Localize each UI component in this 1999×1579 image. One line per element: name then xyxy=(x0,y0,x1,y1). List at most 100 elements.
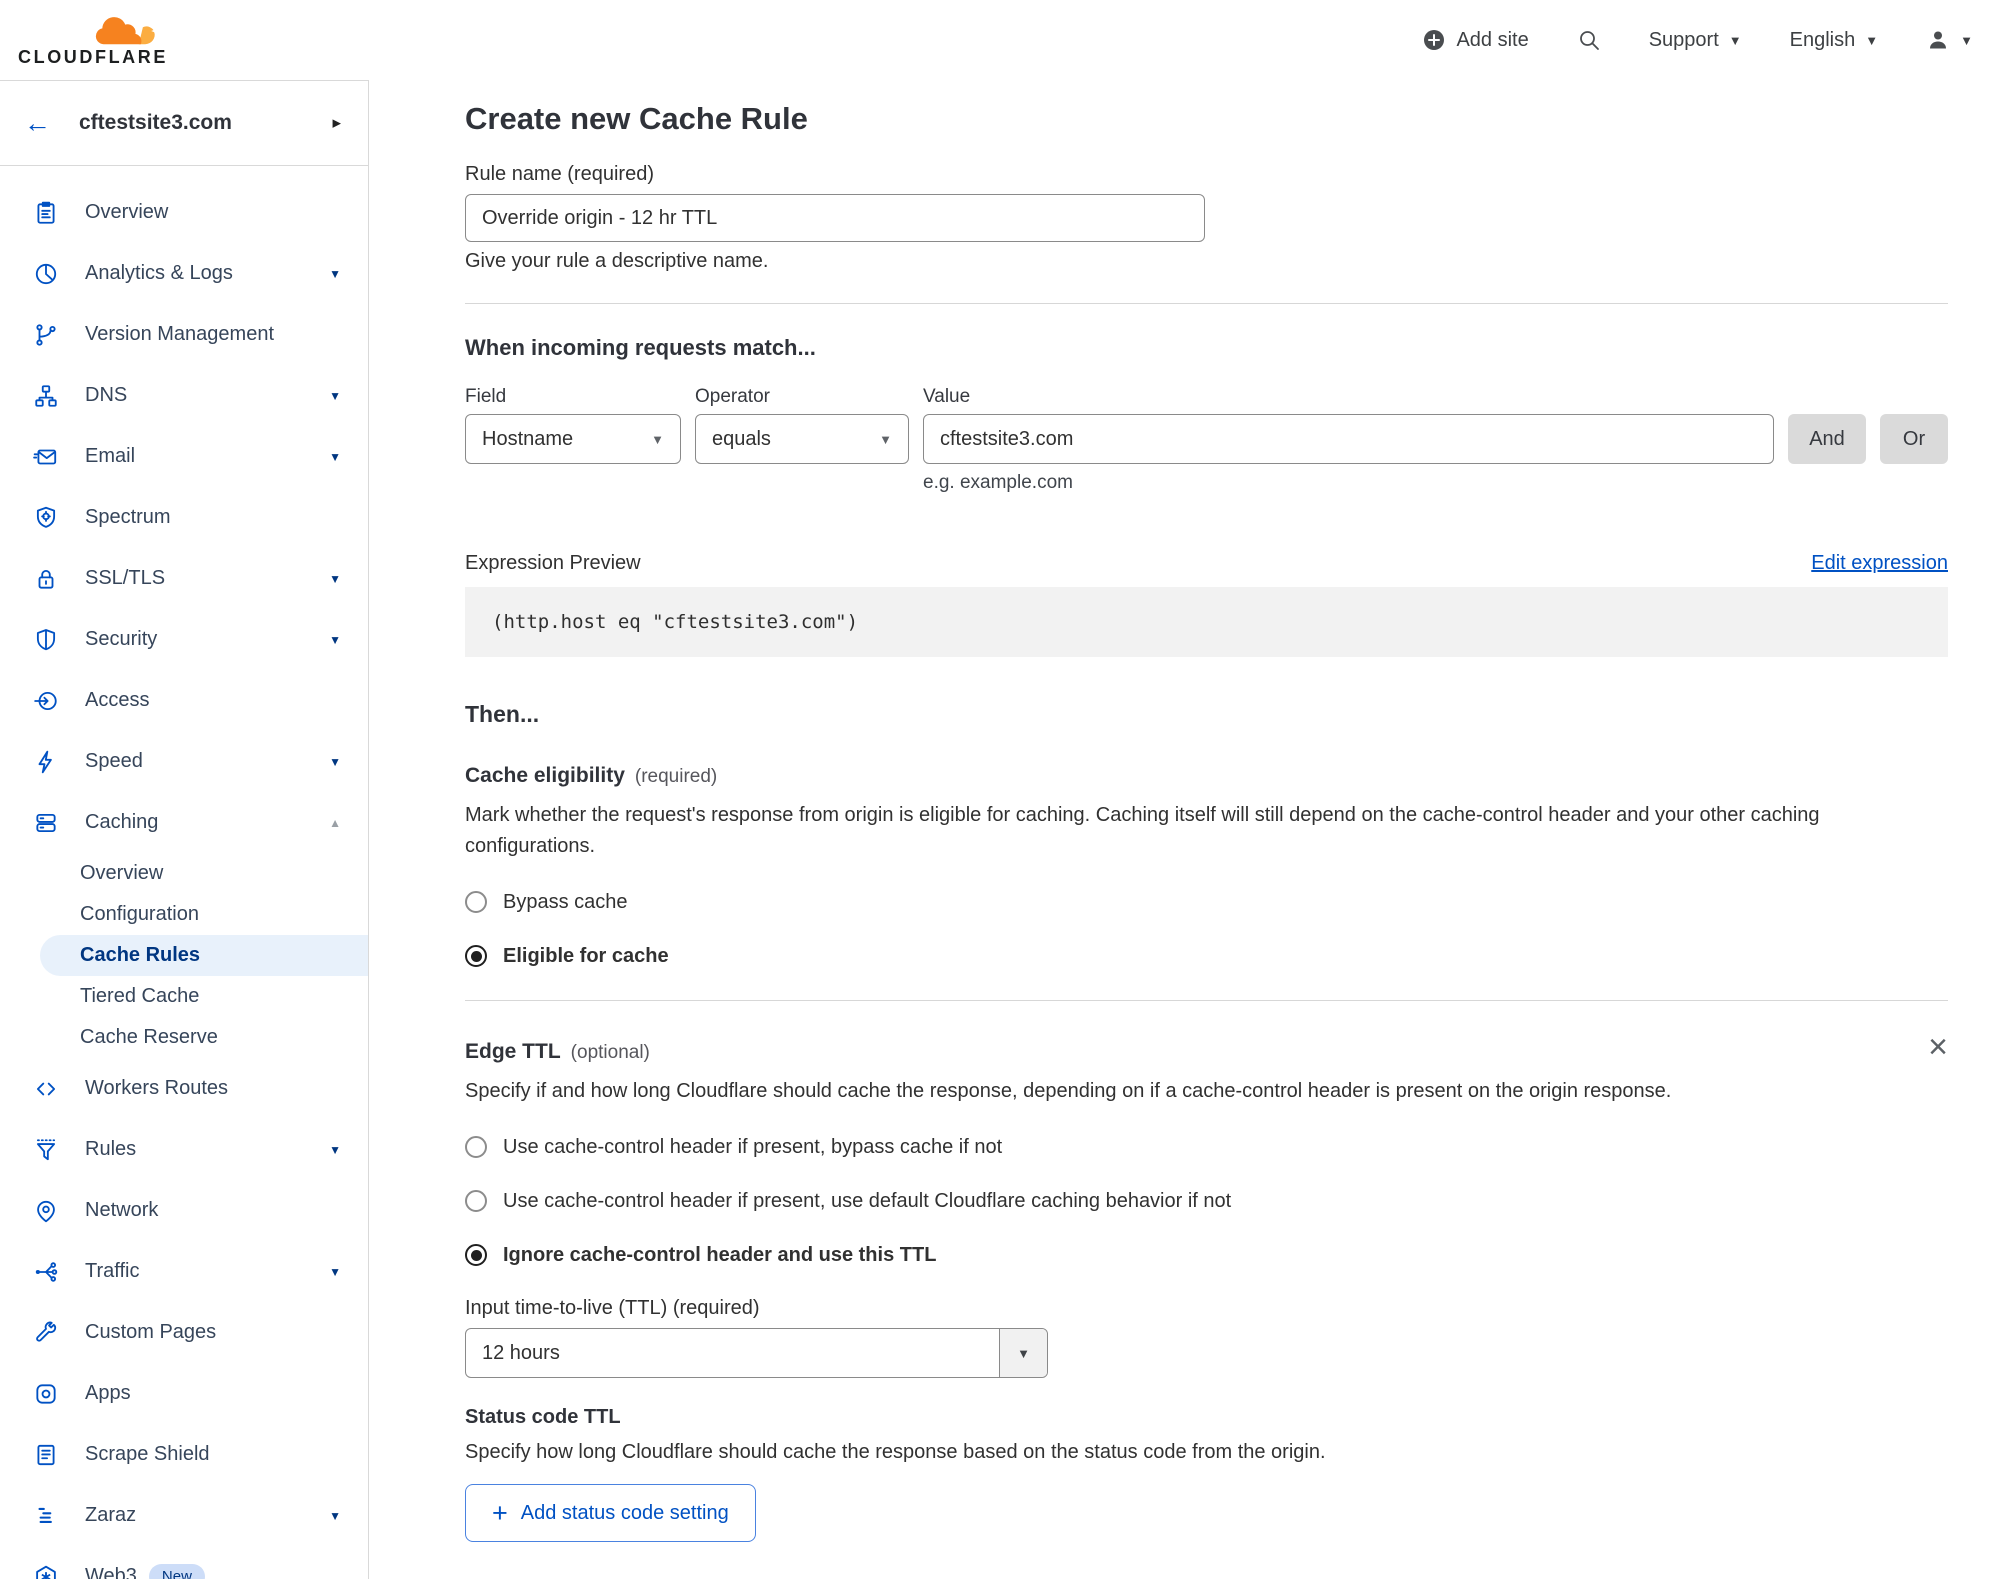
operator-select[interactable]: equals ▼ xyxy=(695,414,909,464)
spectrum-shield-icon xyxy=(33,505,59,531)
sidebar-item-label: Workers Routes xyxy=(85,1077,229,1099)
sidebar-item-dns[interactable]: DNS ▼ xyxy=(0,365,368,426)
sidebar-item-traffic[interactable]: Traffic ▼ xyxy=(0,1241,368,1302)
document-icon xyxy=(33,1442,59,1468)
radio-button-selected[interactable] xyxy=(465,945,487,967)
ttl-select-value: 12 hours xyxy=(482,1341,560,1364)
account-menu[interactable]: ▼ xyxy=(1926,28,1973,52)
site-name: cftestsite3.com xyxy=(79,111,232,134)
chevron-down-icon: ▼ xyxy=(1865,32,1879,48)
back-arrow-icon[interactable]: ← xyxy=(24,109,51,137)
divider xyxy=(465,303,1948,304)
email-icon xyxy=(33,444,59,470)
overview-icon xyxy=(33,200,59,226)
sidebar-item-zaraz[interactable]: Zaraz ▼ xyxy=(0,1485,368,1546)
value-label: Value xyxy=(923,386,971,407)
support-menu[interactable]: Support ▼ xyxy=(1649,29,1742,52)
radio-option-ignore-header-use-ttl[interactable]: Ignore cache-control header and use this… xyxy=(465,1241,1948,1269)
sidebar-item-label: Overview xyxy=(85,201,169,223)
sidebar-item-access[interactable]: Access xyxy=(0,670,368,731)
expression-preview-label: Expression Preview xyxy=(465,552,641,574)
sidebar-item-workers-routes[interactable]: Workers Routes xyxy=(0,1058,368,1119)
field-select[interactable]: Hostname ▼ xyxy=(465,414,681,464)
chevron-down-icon: ▼ xyxy=(651,431,664,447)
radio-button[interactable] xyxy=(465,891,487,913)
sidebar-item-label: Apps xyxy=(85,1382,131,1404)
zaraz-icon xyxy=(33,1503,59,1529)
sidebar-item-email[interactable]: Email ▼ xyxy=(0,426,368,487)
chevron-down-icon[interactable]: ▼ xyxy=(329,1143,341,1157)
chevron-up-icon[interactable]: ▲ xyxy=(329,816,341,830)
chevron-down-icon[interactable]: ▼ xyxy=(329,572,341,586)
chevron-down-icon[interactable]: ▼ xyxy=(329,450,341,464)
status-code-ttl-heading: Status code TTL xyxy=(465,1406,621,1428)
chevron-down-icon[interactable]: ▼ xyxy=(329,389,341,403)
radio-option-eligible-for-cache[interactable]: Eligible for cache xyxy=(465,942,1948,970)
radio-option-bypass-cache[interactable]: Bypass cache xyxy=(465,888,1948,916)
cache-eligibility-required: (required) xyxy=(634,766,718,787)
chevron-down-icon[interactable]: ▼ xyxy=(329,1265,341,1279)
field-select-value: Hostname xyxy=(482,427,574,450)
sidebar-item-label: Version Management xyxy=(85,323,275,345)
sidebar-subitem-configuration[interactable]: Configuration xyxy=(40,894,368,935)
cache-eligibility-description: Mark whether the request's response from… xyxy=(465,804,1820,857)
radio-option-use-header-bypass[interactable]: Use cache-control header if present, byp… xyxy=(465,1133,1948,1161)
cloudflare-logo[interactable]: CLOUDFLARE xyxy=(18,12,178,68)
rule-name-input[interactable] xyxy=(465,194,1205,242)
radio-button[interactable] xyxy=(465,1136,487,1158)
radio-button[interactable] xyxy=(465,1190,487,1212)
site-selector[interactable]: ← cftestsite3.com ▸ xyxy=(0,81,368,166)
language-menu[interactable]: English ▼ xyxy=(1790,29,1878,52)
sidebar-item-label: Access xyxy=(85,689,150,711)
sidebar-item-security[interactable]: Security ▼ xyxy=(0,609,368,670)
sidebar-item-version-management[interactable]: Version Management xyxy=(0,304,368,365)
chevron-down-icon[interactable]: ▼ xyxy=(329,755,341,769)
sidebar-subitem-cache-reserve[interactable]: Cache Reserve xyxy=(40,1017,368,1058)
add-status-code-setting-button[interactable]: + Add status code setting xyxy=(465,1484,756,1542)
chevron-down-icon[interactable]: ▼ xyxy=(999,1329,1047,1377)
and-button[interactable]: And xyxy=(1788,414,1866,464)
then-heading: Then... xyxy=(465,701,540,727)
chevron-down-icon[interactable]: ▼ xyxy=(329,633,341,647)
sidebar-item-web3[interactable]: Web3 New xyxy=(0,1546,368,1579)
operator-select-value: equals xyxy=(712,427,771,450)
sidebar-item-label: Email xyxy=(85,445,136,467)
sidebar-item-custom-pages[interactable]: Custom Pages xyxy=(0,1302,368,1363)
chevron-down-icon[interactable]: ▼ xyxy=(329,267,341,281)
sidebar-item-overview[interactable]: Overview xyxy=(0,182,368,243)
sidebar-item-label: SSL/TLS xyxy=(85,567,166,589)
add-site-button[interactable]: Add site xyxy=(1422,28,1529,52)
security-shield-icon xyxy=(33,627,59,653)
edit-expression-link[interactable]: Edit expression xyxy=(1811,552,1948,575)
radio-option-use-header-default[interactable]: Use cache-control header if present, use… xyxy=(465,1187,1948,1215)
search-icon[interactable] xyxy=(1577,28,1601,52)
match-value-input[interactable] xyxy=(923,414,1774,464)
apps-icon xyxy=(33,1381,59,1407)
sidebar-item-speed[interactable]: Speed ▼ xyxy=(0,731,368,792)
cloudflare-wordmark: CLOUDFLARE xyxy=(18,47,168,67)
sidebar-item-apps[interactable]: Apps xyxy=(0,1363,368,1424)
close-icon[interactable]: × xyxy=(1928,1030,1948,1064)
field-label: Field xyxy=(465,386,507,407)
sidebar-item-caching[interactable]: Caching ▲ xyxy=(0,792,368,853)
plus-icon: + xyxy=(492,1497,508,1528)
sidebar-item-label: Zaraz xyxy=(85,1504,137,1526)
ttl-select[interactable]: 12 hours ▼ xyxy=(465,1328,1048,1378)
sidebar-item-rules[interactable]: Rules ▼ xyxy=(0,1119,368,1180)
sidebar-subitem-overview[interactable]: Overview xyxy=(40,853,368,894)
radio-button-selected[interactable] xyxy=(465,1244,487,1266)
sidebar-item-ssl-tls[interactable]: SSL/TLS ▼ xyxy=(0,548,368,609)
radio-label: Use cache-control header if present, byp… xyxy=(503,1135,1003,1158)
radio-label: Ignore cache-control header and use this… xyxy=(503,1243,937,1266)
chevron-down-icon[interactable]: ▼ xyxy=(329,1509,341,1523)
site-chevron-right-icon[interactable]: ▸ xyxy=(332,113,341,133)
sidebar-subitem-tiered-cache[interactable]: Tiered Cache xyxy=(40,976,368,1017)
sidebar-item-spectrum[interactable]: Spectrum xyxy=(0,487,368,548)
sidebar-item-scrape-shield[interactable]: Scrape Shield xyxy=(0,1424,368,1485)
or-button[interactable]: Or xyxy=(1880,414,1948,464)
ttl-input-label: Input time-to-live (TTL) (required) xyxy=(465,1297,760,1319)
wrench-icon xyxy=(33,1320,59,1346)
sidebar-subitem-cache-rules[interactable]: Cache Rules xyxy=(40,935,368,976)
sidebar-item-network[interactable]: Network xyxy=(0,1180,368,1241)
sidebar-item-analytics-logs[interactable]: Analytics & Logs ▼ xyxy=(0,243,368,304)
